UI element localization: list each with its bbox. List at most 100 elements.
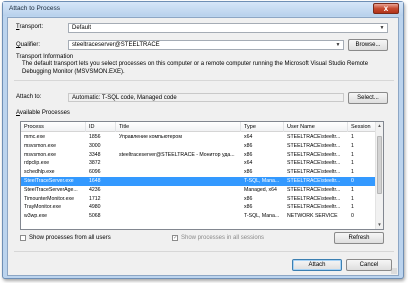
process-type-cell: x86	[244, 204, 253, 211]
process-row[interactable]: msvsmon.exe 3348 steeltraceserver@STEELTRA…	[21, 151, 377, 160]
show-all-sessions-checkbox[interactable]	[172, 234, 178, 241]
process-session-cell: 1	[351, 151, 354, 158]
column-header-user-name[interactable]: User Name	[284, 122, 348, 132]
transport-label: Transport:	[16, 24, 44, 30]
select-code-type-button[interactable]: Select...	[348, 92, 388, 104]
process-user-cell: STEELTRACE\steeltr...	[287, 134, 341, 140]
process-type-cell: x64	[244, 134, 253, 140]
process-session-cell: 1	[351, 160, 354, 167]
process-name-cell: TrayMonitor.exe	[24, 204, 61, 211]
process-user-cell: STEELTRACE\steeltr...	[287, 195, 341, 202]
attach-button[interactable]: Attach	[292, 259, 342, 271]
process-id-cell: 4236	[89, 186, 101, 193]
process-name-cell: mmc.exe	[24, 134, 46, 140]
process-row[interactable]: TrayMonitor.exe 4980 x86 STEELTRACE\steeltr…	[21, 203, 377, 212]
process-session-cell: 1	[351, 169, 354, 176]
process-session-cell: 0	[351, 178, 354, 184]
column-header-title[interactable]: Title	[116, 122, 241, 132]
process-name-cell: rdpclip.exe	[24, 160, 50, 167]
divider	[14, 80, 394, 81]
process-row[interactable]: schedhlp.exe 6096 x86 STEELTRACE\steeltr...…	[21, 168, 377, 177]
process-id-cell: 4980	[89, 204, 101, 211]
column-header-session[interactable]: Session	[348, 122, 377, 132]
process-user-cell: STEELTRACE\steeltr...	[287, 142, 341, 149]
refresh-button[interactable]: Refresh	[334, 232, 384, 244]
process-title-cell	[116, 203, 241, 212]
process-title-cell: steeltraceserver@STEELTRACE - Монитор уд…	[119, 151, 235, 158]
divider	[14, 251, 394, 252]
process-row[interactable]: TimounterMonitor.exe 1712 x86 STEELTRACE\st…	[21, 195, 377, 204]
qualifier-value: steeltraceserver@STEELTRACE	[72, 42, 160, 48]
process-title-cell	[116, 177, 241, 186]
process-session-cell: 1	[351, 186, 354, 193]
column-header-type[interactable]: Type	[241, 122, 284, 132]
process-session-cell: 0	[351, 213, 354, 220]
process-user-cell: NETWORK SERVICE	[287, 213, 338, 220]
process-row[interactable]: mmc.exe 1856 Управление компьютером x64 STEE…	[21, 133, 377, 142]
process-session-cell: 1	[351, 134, 354, 140]
process-row[interactable]: SteelTraceServerAge... 4236 Managed, x64 ST…	[21, 186, 377, 195]
process-type-cell: x86	[244, 195, 253, 202]
process-list[interactable]: Process ID Title Type User Name Session …	[20, 121, 384, 230]
process-id-cell: 3348	[89, 151, 101, 158]
process-row[interactable]: msvsmon.exe 3000 x86 STEELTRACE\steeltr... 1	[21, 142, 377, 151]
process-id-cell: 1648	[89, 178, 101, 184]
resize-grip-icon[interactable]	[391, 268, 397, 274]
column-header-process[interactable]: Process	[21, 122, 86, 132]
process-row[interactable]: w3wp.exe 5068 T-SQL, Mana... NETWORK SERVIC…	[21, 212, 377, 221]
process-title-cell	[116, 186, 241, 195]
process-name-cell: schedhlp.exe	[24, 169, 55, 176]
process-name-cell: TimounterMonitor.exe	[24, 195, 74, 202]
process-type-cell: x86	[244, 169, 253, 176]
process-id-cell: 6096	[89, 169, 101, 176]
title-bar[interactable]: Attach to Process x	[3, 2, 403, 16]
transport-info-text: The default transport lets you select pr…	[22, 61, 369, 75]
process-user-cell: STEELTRACE\steeltr...	[287, 204, 341, 211]
process-user-cell: STEELTRACE\steeltr...	[287, 169, 341, 176]
process-row[interactable]: SteelTraceServer.exe 1648 T-SQL, Mana... ST…	[21, 177, 377, 186]
attach-to-value: Automatic: T-SQL code, Managed code	[68, 93, 344, 102]
process-title-cell	[116, 142, 241, 151]
attach-to-label: Attach to:	[16, 94, 42, 100]
process-session-cell: 1	[351, 204, 354, 211]
process-type-cell: Managed, x64	[244, 186, 277, 193]
process-name-cell: w3wp.exe	[24, 213, 48, 220]
column-header-id[interactable]: ID	[86, 122, 116, 132]
scroll-down-icon[interactable]: ▼	[376, 221, 383, 229]
process-type-cell: x86	[244, 142, 253, 149]
process-title-cell	[116, 159, 241, 168]
process-title-cell	[116, 168, 241, 177]
process-name-cell: SteelTraceServer.exe	[24, 178, 74, 184]
process-id-cell: 1856	[89, 134, 101, 140]
process-user-cell: STEELTRACE\steeltr...	[287, 160, 341, 167]
transport-info-heading: Transport Information	[16, 54, 74, 60]
show-all-users-checkbox[interactable]	[20, 235, 26, 241]
qualifier-input[interactable]: steeltraceserver@STEELTRACE ▼	[68, 40, 344, 50]
process-row[interactable]: rdpclip.exe 3872 x64 STEELTRACE\steeltr... 1	[21, 159, 377, 168]
process-id-cell: 3872	[89, 160, 101, 167]
process-name-cell: msvsmon.exe	[24, 142, 56, 149]
process-type-cell: x86	[244, 151, 253, 158]
process-session-cell: 1	[351, 195, 354, 202]
transport-value: Default	[72, 25, 92, 31]
show-all-users-label: Show processes from all users	[29, 235, 111, 241]
window-title: Attach to Process	[9, 5, 60, 12]
chevron-down-icon: ▼	[379, 25, 385, 31]
browse-button[interactable]: Browse...	[348, 39, 388, 51]
cancel-button[interactable]: Cancel	[346, 259, 392, 271]
close-button[interactable]: x	[373, 3, 399, 14]
transport-dropdown[interactable]: Default ▼	[68, 23, 388, 33]
process-user-cell: STEELTRACE\steeltr...	[287, 178, 341, 184]
scroll-up-icon[interactable]: ▲	[376, 122, 383, 130]
process-id-cell: 5068	[89, 213, 101, 220]
chevron-down-icon: ▼	[335, 42, 341, 48]
process-id-cell: 1712	[89, 195, 101, 202]
process-title-cell: Управление компьютером	[119, 134, 182, 140]
process-user-cell: STEELTRACE\steeltr...	[287, 186, 341, 193]
process-type-cell: T-SQL, Mana...	[244, 178, 280, 184]
dialog-client-area: Transport: Default ▼ Qualifier: steeltra…	[7, 17, 399, 276]
scroll-thumb[interactable]	[377, 136, 382, 194]
vertical-scrollbar[interactable]: ▲ ▼	[375, 122, 383, 229]
process-title-cell	[116, 212, 241, 221]
attach-to-process-dialog: Attach to Process x Transport: Default ▼…	[2, 1, 404, 279]
